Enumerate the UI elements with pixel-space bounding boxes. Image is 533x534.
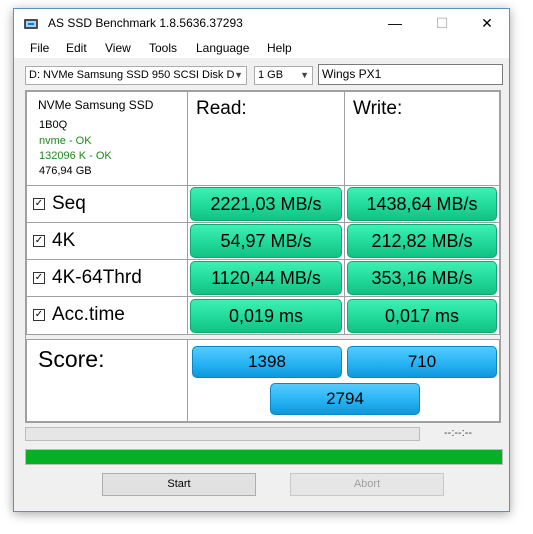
seq-write-result: 1438,64 MB/s xyxy=(347,187,497,221)
4k-write-result: 212,82 MB/s xyxy=(347,224,497,258)
4k-label: 4K xyxy=(52,230,76,251)
app-window: AS SSD Benchmark 1.8.5636.37293 — ☐ ✕ Fi… xyxy=(13,8,510,512)
close-button[interactable]: ✕ xyxy=(464,9,510,38)
menu-file[interactable]: File xyxy=(30,41,49,55)
chevron-down-icon: ▼ xyxy=(234,70,243,80)
chevron-down-icon: ▼ xyxy=(300,70,309,80)
size-select-value: 1 GB xyxy=(258,69,284,81)
seq-read-cell: 2221,03 MB/s xyxy=(187,185,345,223)
score-write: 710 xyxy=(347,346,497,378)
acc-time-write-cell: 0,017 ms xyxy=(344,296,500,335)
4k-64thrd-write-result: 353,16 MB/s xyxy=(347,261,497,295)
acc-time-checkbox[interactable]: ✓ xyxy=(33,309,45,321)
menu-tools[interactable]: Tools xyxy=(149,41,177,55)
alignment-status: 132096 K - OK xyxy=(39,150,112,162)
menu-bar: File Edit View Tools Language Help xyxy=(14,38,509,59)
4k-64thrd-write-cell: 353,16 MB/s xyxy=(344,259,500,297)
test-row-4k-64thrd: ✓ 4K-64Thrd xyxy=(26,259,188,297)
acc-time-read-cell: 0,019 ms xyxy=(187,296,345,335)
4k-write-cell: 212,82 MB/s xyxy=(344,222,500,260)
score-total: 2794 xyxy=(270,383,420,415)
drive-capacity: 476,94 GB xyxy=(39,165,92,177)
results-grid: NVMe Samsung SSD 1B0Q nvme - OK 132096 K… xyxy=(25,90,501,423)
drive-firmware: 1B0Q xyxy=(39,119,68,131)
acc-time-write-result: 0,017 ms xyxy=(347,299,497,333)
title-bar: AS SSD Benchmark 1.8.5636.37293 — ☐ ✕ xyxy=(14,9,509,38)
test-progress-bar xyxy=(25,427,420,441)
seq-write-cell: 1438,64 MB/s xyxy=(344,185,500,223)
menu-help[interactable]: Help xyxy=(267,41,292,55)
seq-read-result: 2221,03 MB/s xyxy=(190,187,342,221)
4k-64thrd-label: 4K-64Thrd xyxy=(52,267,142,288)
menu-view[interactable]: View xyxy=(105,41,131,55)
maximize-button[interactable]: ☐ xyxy=(419,9,465,38)
score-values-cell: 1398 710 2794 xyxy=(187,339,500,422)
drive-model: NVMe Samsung SSD xyxy=(38,98,154,112)
write-column-title: Write: xyxy=(353,98,403,119)
drive-info-panel: NVMe Samsung SSD 1B0Q nvme - OK 132096 K… xyxy=(26,91,188,186)
window-title: AS SSD Benchmark 1.8.5636.37293 xyxy=(48,16,243,30)
size-select[interactable]: 1 GB ▼ xyxy=(254,66,313,85)
seq-checkbox[interactable]: ✓ xyxy=(33,198,45,210)
4k-64thrd-read-result: 1120,44 MB/s xyxy=(190,261,342,295)
drive-select[interactable]: D: NVMe Samsung SSD 950 SCSI Disk D ▼ xyxy=(25,66,247,85)
4k-64thrd-checkbox[interactable]: ✓ xyxy=(33,272,45,284)
4k-read-cell: 54,97 MB/s xyxy=(187,222,345,260)
menu-language[interactable]: Language xyxy=(196,41,249,55)
abort-button[interactable]: Abort xyxy=(290,473,444,496)
total-progress-bar xyxy=(25,449,503,465)
read-column-title: Read: xyxy=(196,98,247,119)
start-button[interactable]: Start xyxy=(102,473,256,496)
read-header: Read: xyxy=(187,91,345,186)
acc-time-read-result: 0,019 ms xyxy=(190,299,342,333)
elapsed-time: --:--:-- xyxy=(444,427,473,439)
minimize-button[interactable]: — xyxy=(372,9,418,38)
test-row-4k: ✓ 4K xyxy=(26,222,188,260)
score-read: 1398 xyxy=(192,346,342,378)
4k-checkbox[interactable]: ✓ xyxy=(33,235,45,247)
test-row-seq: ✓ Seq xyxy=(26,185,188,223)
score-label: Score: xyxy=(38,346,105,372)
driver-status: nvme - OK xyxy=(39,135,92,147)
app-icon xyxy=(24,19,38,29)
seq-label: Seq xyxy=(52,193,86,214)
drive-select-value: D: NVMe Samsung SSD 950 SCSI Disk D xyxy=(29,69,235,81)
name-field[interactable]: Wings PX1 xyxy=(318,64,503,85)
total-progress-fill xyxy=(26,450,502,464)
test-row-acc-time: ✓ Acc.time xyxy=(26,296,188,335)
acc-time-label: Acc.time xyxy=(52,304,125,325)
score-label-cell: Score: xyxy=(26,339,188,422)
menu-edit[interactable]: Edit xyxy=(66,41,87,55)
write-header: Write: xyxy=(344,91,500,186)
4k-64thrd-read-cell: 1120,44 MB/s xyxy=(187,259,345,297)
4k-read-result: 54,97 MB/s xyxy=(190,224,342,258)
